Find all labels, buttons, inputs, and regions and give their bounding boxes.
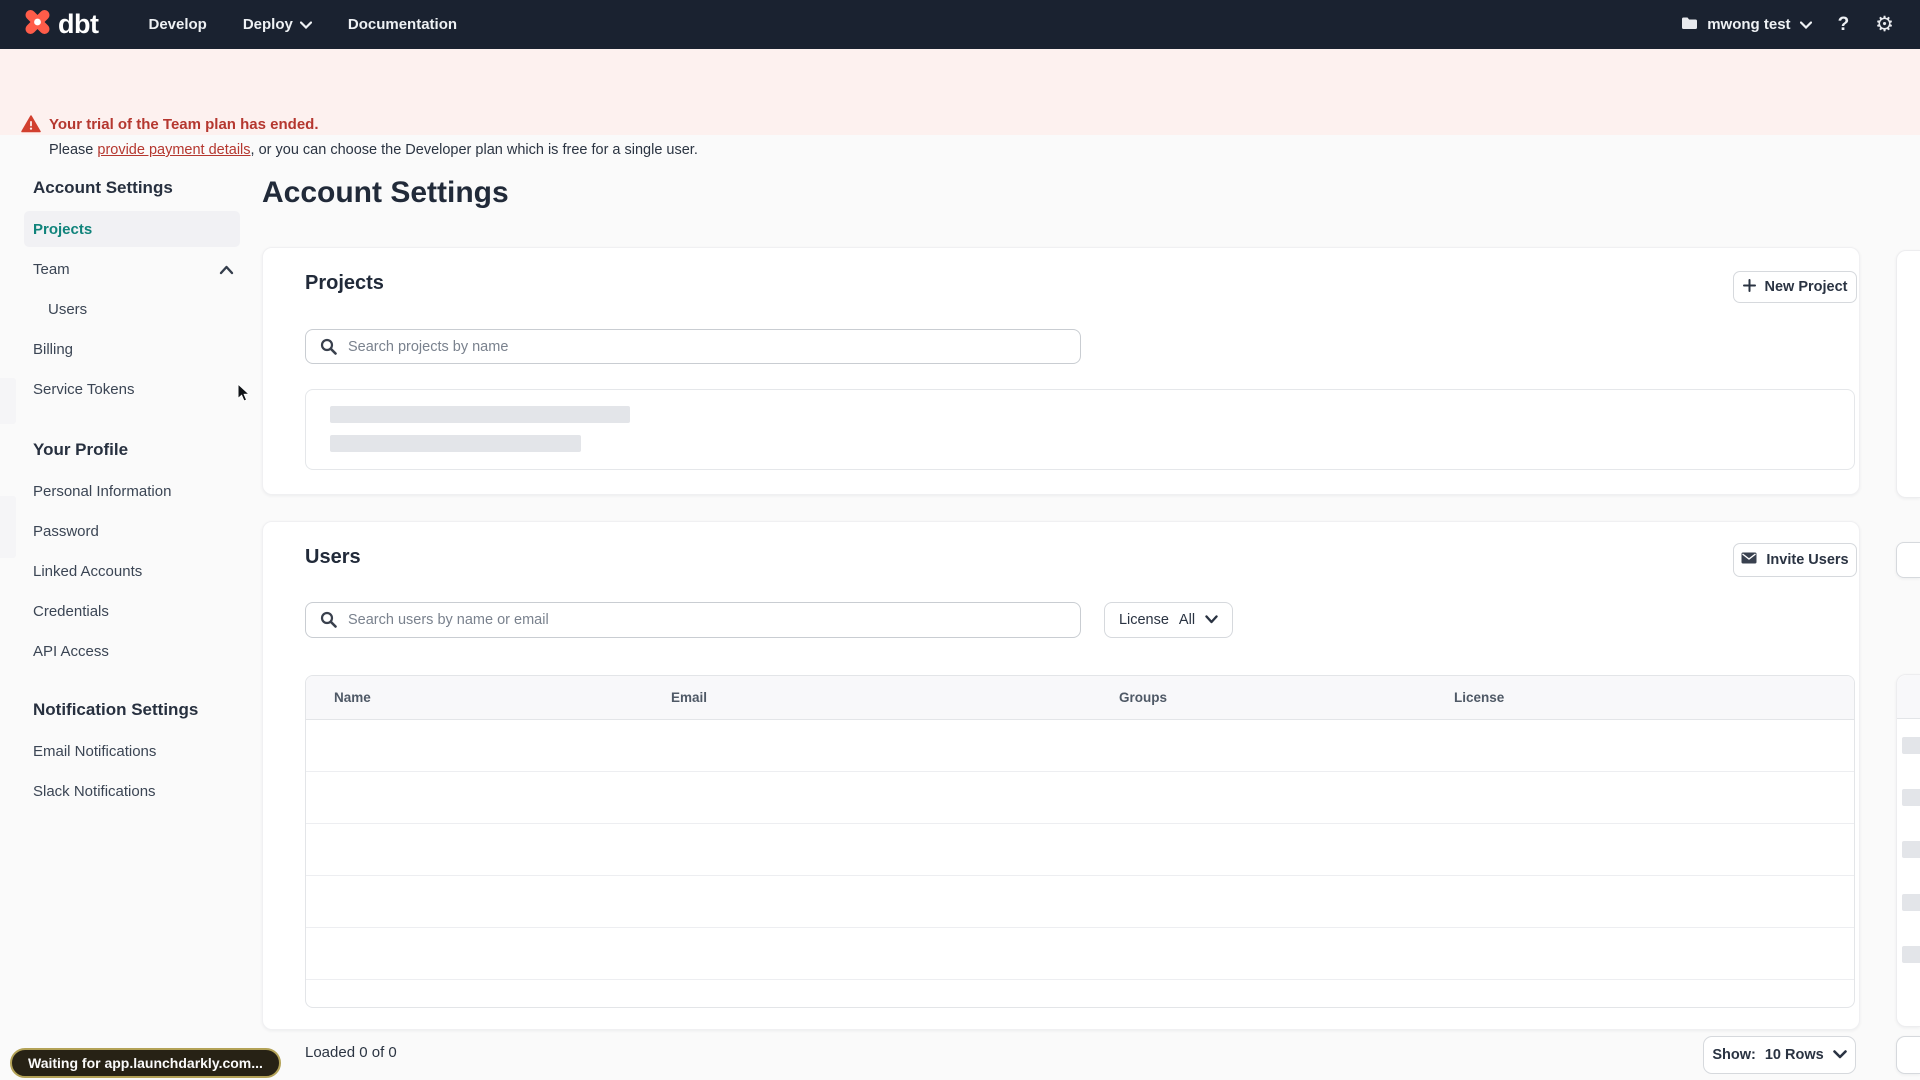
nav-deploy[interactable]: Deploy — [243, 16, 312, 33]
payment-details-link[interactable]: provide payment details — [97, 142, 250, 158]
chevron-down-icon — [1832, 1047, 1847, 1063]
clipped-sliver — [0, 378, 16, 424]
help-button[interactable]: ? — [1838, 14, 1850, 36]
column-header-email: Email — [671, 690, 708, 705]
dbt-logo[interactable]: dbt — [22, 7, 99, 42]
gear-icon[interactable]: ⚙ — [1875, 14, 1894, 35]
nav-develop[interactable]: Develop — [148, 16, 206, 33]
banner-title: Your trial of the Team plan has ended. — [49, 116, 319, 133]
plus-icon — [1742, 278, 1756, 296]
top-nav: dbt Develop Deploy Documentation mwong t… — [0, 0, 1920, 49]
table-row-skeleton — [306, 772, 1854, 824]
banner-body: Please provide payment details, or you c… — [49, 142, 698, 158]
dbt-logo-icon — [22, 7, 53, 42]
skeleton-bar — [330, 406, 630, 423]
clipped-button — [1896, 1036, 1920, 1074]
sidebar-section-notification-settings: Notification Settings Email Notification… — [24, 700, 240, 813]
chevron-up-icon — [219, 262, 234, 279]
account-name: mwong test — [1707, 16, 1791, 33]
sidebar-section-account-settings: Account Settings Projects Team Users Bil… — [24, 178, 240, 411]
users-table-header: Name Email Groups License — [306, 676, 1854, 720]
column-header-groups: Groups — [1119, 690, 1168, 705]
users-card-title: Users — [305, 546, 361, 568]
chevron-down-icon — [1205, 612, 1218, 628]
primary-nav: Develop Deploy Documentation — [148, 16, 457, 33]
table-row-skeleton — [306, 720, 1854, 772]
projects-search — [305, 329, 1081, 364]
chevron-down-icon — [299, 16, 312, 33]
table-row-skeleton — [306, 928, 1854, 980]
clipped-panel — [1896, 250, 1920, 498]
projects-card: Projects New Project — [262, 247, 1860, 495]
users-search — [305, 602, 1081, 638]
sidebar-item-projects[interactable]: Projects — [24, 211, 240, 247]
clipped-button — [1896, 542, 1920, 578]
screen: dbt Develop Deploy Documentation mwong t… — [0, 0, 1920, 1080]
mouse-cursor — [237, 382, 253, 408]
sidebar-item-email-notifications[interactable]: Email Notifications — [24, 733, 240, 769]
clipped-table-panel — [1896, 674, 1920, 1027]
sidebar-item-billing[interactable]: Billing — [24, 331, 240, 367]
trial-banner: Your trial of the Team plan has ended. P… — [0, 49, 1920, 158]
sidebar-section-your-profile: Your Profile Personal Information Passwo… — [24, 440, 240, 673]
users-search-input[interactable] — [305, 602, 1081, 638]
rows-per-page-dropdown[interactable]: Show: 10 Rows — [1703, 1036, 1856, 1074]
column-header-license: License — [1454, 690, 1505, 705]
loaded-count: Loaded 0 of 0 — [305, 1044, 397, 1061]
sidebar-item-linked-accounts[interactable]: Linked Accounts — [24, 553, 240, 589]
folder-icon — [1681, 16, 1698, 34]
column-header-name: Name — [334, 690, 371, 705]
sidebar-item-team[interactable]: Team — [24, 251, 240, 287]
sidebar-item-users[interactable]: Users — [24, 291, 240, 327]
page-title: Account Settings — [262, 176, 509, 209]
sidebar-heading: Notification Settings — [33, 700, 199, 719]
dbt-logo-text: dbt — [58, 9, 99, 39]
sidebar-item-service-tokens[interactable]: Service Tokens — [24, 371, 240, 407]
nav-documentation[interactable]: Documentation — [348, 16, 457, 33]
sidebar-item-personal-information[interactable]: Personal Information — [24, 473, 240, 509]
invite-users-button[interactable]: Invite Users — [1733, 543, 1857, 577]
browser-status-bubble: Waiting for app.launchdarkly.com... — [10, 1048, 281, 1078]
sidebar-heading: Account Settings — [33, 178, 173, 197]
new-project-button[interactable]: New Project — [1733, 271, 1857, 303]
table-row-skeleton — [306, 876, 1854, 928]
users-card: Users Invite Users License All Name Emai… — [262, 521, 1860, 1030]
clipped-sliver — [0, 496, 16, 558]
license-filter-dropdown[interactable]: License All — [1104, 602, 1233, 638]
skeleton-bar — [330, 435, 581, 452]
projects-card-title: Projects — [305, 272, 384, 294]
sidebar-heading: Your Profile — [33, 440, 129, 459]
projects-loading-skeleton — [305, 389, 1855, 470]
sidebar-item-api-access[interactable]: API Access — [24, 633, 240, 669]
sidebar-item-slack-notifications[interactable]: Slack Notifications — [24, 773, 240, 809]
table-row-skeleton — [306, 824, 1854, 876]
projects-search-input[interactable] — [305, 329, 1081, 364]
sidebar-item-password[interactable]: Password — [24, 513, 240, 549]
warning-icon — [21, 115, 41, 138]
account-switcher[interactable]: mwong test — [1681, 16, 1812, 34]
envelope-icon — [1741, 552, 1757, 568]
nav-right: mwong test ? ⚙ — [1681, 0, 1894, 49]
sidebar-item-credentials[interactable]: Credentials — [24, 593, 240, 629]
users-table: Name Email Groups License — [305, 675, 1855, 1008]
chevron-down-icon — [1799, 16, 1812, 33]
